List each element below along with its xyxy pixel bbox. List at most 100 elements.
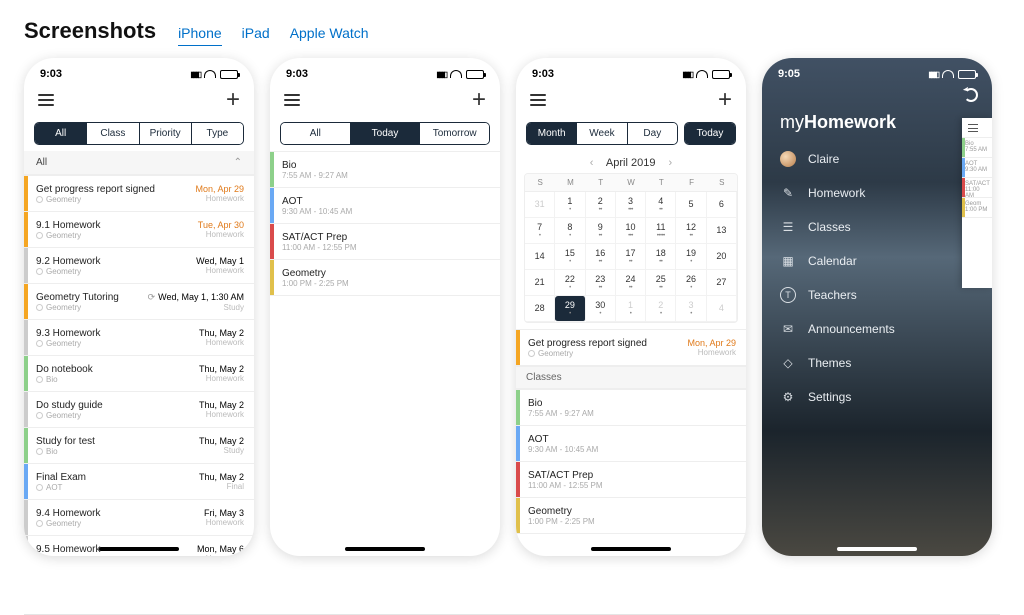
drawer-item-settings[interactable]: ⚙ Settings [780,383,974,411]
cal-day[interactable]: 23•• [586,270,616,296]
drawer-item-homework[interactable]: ✎ Homework [780,179,974,207]
screenshot-drawer[interactable]: 9:05 myHomework Claire ✎ Homework ☰ Clas… [762,58,992,556]
cal-day[interactable]: 8• [555,218,585,244]
tab-iphone[interactable]: iPhone [178,25,222,46]
list-item[interactable]: Do study guide Geometry Thu, May 2 Homew… [24,392,254,428]
drawer-item-announcements[interactable]: ✉ Announcements [780,315,974,343]
background-panel: Bio7:55 AMAOT9:30 AMSAT/ACT11:00 AMGeom1… [962,118,992,288]
cal-day[interactable]: 12•• [676,218,706,244]
cal-day[interactable]: 24•• [616,270,646,296]
refresh-icon[interactable] [964,88,978,102]
list-item[interactable]: AOT 9:30 AM - 10:45 AM [516,426,746,462]
filter-all[interactable]: All [35,123,86,144]
wifi-icon [204,70,216,78]
menu-icon[interactable] [284,94,300,106]
list-item[interactable]: Get progress report signed Geometry Mon,… [24,176,254,212]
toolbar: + [24,84,254,122]
cal-day[interactable]: 27 [707,270,737,296]
next-month-icon[interactable]: › [669,157,673,169]
list-item[interactable]: Bio 7:55 AM - 9:27 AM [516,390,746,426]
add-button[interactable]: + [472,88,486,112]
cal-day[interactable]: 26• [676,270,706,296]
cal-day[interactable]: 7• [525,218,555,244]
cal-day[interactable]: 9•• [586,218,616,244]
cal-day[interactable]: 4•• [646,192,676,218]
prev-month-icon[interactable]: ‹ [590,157,594,169]
drawer-item-classes[interactable]: ☰ Classes [780,213,974,241]
list-item[interactable]: Do notebook Bio Thu, May 2 Homework [24,356,254,392]
list-item[interactable]: Final Exam AOT Thu, May 2 Final [24,464,254,500]
cal-day[interactable]: 31 [525,192,555,218]
filter-type[interactable]: Type [191,123,243,144]
cal-day[interactable]: 13 [707,218,737,244]
cal-day[interactable]: 28 [525,296,555,322]
cal-day[interactable]: 1• [555,192,585,218]
tab-ipad[interactable]: iPad [242,25,270,46]
cal-day[interactable]: 11••••• [646,218,676,244]
cal-day[interactable]: 22• [555,270,585,296]
list-item[interactable]: Study for test Bio Thu, May 2 Study [24,428,254,464]
list-item[interactable]: Geometry 1:00 PM - 2:25 PM [270,260,500,296]
screenshot-calendar[interactable]: 9:03 + MonthWeekDay Today ‹ April 2019 ›… [516,58,746,556]
tab-apple-watch[interactable]: Apple Watch [290,25,369,46]
list-item[interactable]: 9.3 Homework Geometry Thu, May 2 Homewor… [24,320,254,356]
cal-day[interactable]: 20 [707,244,737,270]
assignment-list: Get progress report signed Geometry Mon,… [24,175,254,556]
list-item[interactable]: Geometry Tutoring Geometry ⟳Wed, May 1, … [24,284,254,320]
list-item[interactable]: SAT/ACT Prep 11:00 AM - 12:55 PM [270,224,500,260]
drawer-user[interactable]: Claire [780,145,974,173]
drawer-item-label: Homework [808,186,865,200]
drawer-item-themes[interactable]: ◇ Themes [780,349,974,377]
list-item[interactable]: Geometry 1:00 PM - 2:25 PM [516,498,746,534]
cal-day[interactable]: 5 [676,192,706,218]
cal-day[interactable]: 18•• [646,244,676,270]
classes-section-label: Classes [516,366,746,389]
drawer-item-calendar[interactable]: ▦ Calendar [780,247,974,275]
cal-day[interactable]: 17•• [616,244,646,270]
list-item[interactable]: Bio 7:55 AM - 9:27 AM [270,152,500,188]
seg-day[interactable]: Day [627,123,677,144]
cal-day[interactable]: 15• [555,244,585,270]
add-button[interactable]: + [226,88,240,112]
filter-class[interactable]: Class [86,123,138,144]
seg-today[interactable]: Today [350,123,420,144]
drawer-item-label: Calendar [808,254,857,268]
menu-icon[interactable] [38,94,54,106]
cal-day[interactable]: 29• [555,296,585,322]
seg-all[interactable]: All [281,123,350,144]
cal-day[interactable]: 2• [646,296,676,322]
cal-day[interactable]: 14 [525,244,555,270]
cal-day[interactable]: 21 [525,270,555,296]
cal-day[interactable]: 10••• [616,218,646,244]
list-item[interactable]: AOT 9:30 AM - 10:45 AM [270,188,500,224]
screenshot-today-schedule[interactable]: 9:03 + AllTodayTomorrow Bio 7:55 AM - 9:… [270,58,500,556]
cal-dow: M [555,174,585,192]
add-button[interactable]: + [718,88,732,112]
cal-day[interactable]: 25•• [646,270,676,296]
cal-day[interactable]: 1• [616,296,646,322]
cal-day[interactable]: 3• [676,296,706,322]
cal-day[interactable]: 2•• [586,192,616,218]
today-button[interactable]: Today [685,123,735,144]
list-item[interactable]: SAT/ACT Prep 11:00 AM - 12:55 PM [516,462,746,498]
list-item[interactable]: Get progress report signed Geometry Mon,… [516,330,746,366]
cal-day[interactable]: 19• [676,244,706,270]
cal-day[interactable]: 30• [586,296,616,322]
seg-month[interactable]: Month [527,123,576,144]
seg-tomorrow[interactable]: Tomorrow [419,123,489,144]
list-item[interactable]: 9.4 Homework Geometry Fri, May 3 Homewor… [24,500,254,536]
list-item[interactable]: 9.5 Homework Geometry Mon, May 6 Homewor… [24,536,254,556]
list-item[interactable]: 9.2 Homework Geometry Wed, May 1 Homewor… [24,248,254,284]
menu-icon[interactable] [530,94,546,106]
group-header[interactable]: All ⌃ [24,151,254,175]
cal-day[interactable]: 3••• [616,192,646,218]
cal-day[interactable]: 4 [707,296,737,322]
list-item[interactable]: 9.1 Homework Geometry Tue, Apr 30 Homewo… [24,212,254,248]
cal-day[interactable]: 6 [707,192,737,218]
signal-icon [928,68,938,80]
filter-priority[interactable]: Priority [139,123,191,144]
cal-day[interactable]: 16•• [586,244,616,270]
drawer-item-teachers[interactable]: T Teachers [780,281,974,309]
seg-week[interactable]: Week [576,123,626,144]
screenshot-homework-list[interactable]: 9:03 + AllClassPriorityType All ⌃ Get pr… [24,58,254,556]
